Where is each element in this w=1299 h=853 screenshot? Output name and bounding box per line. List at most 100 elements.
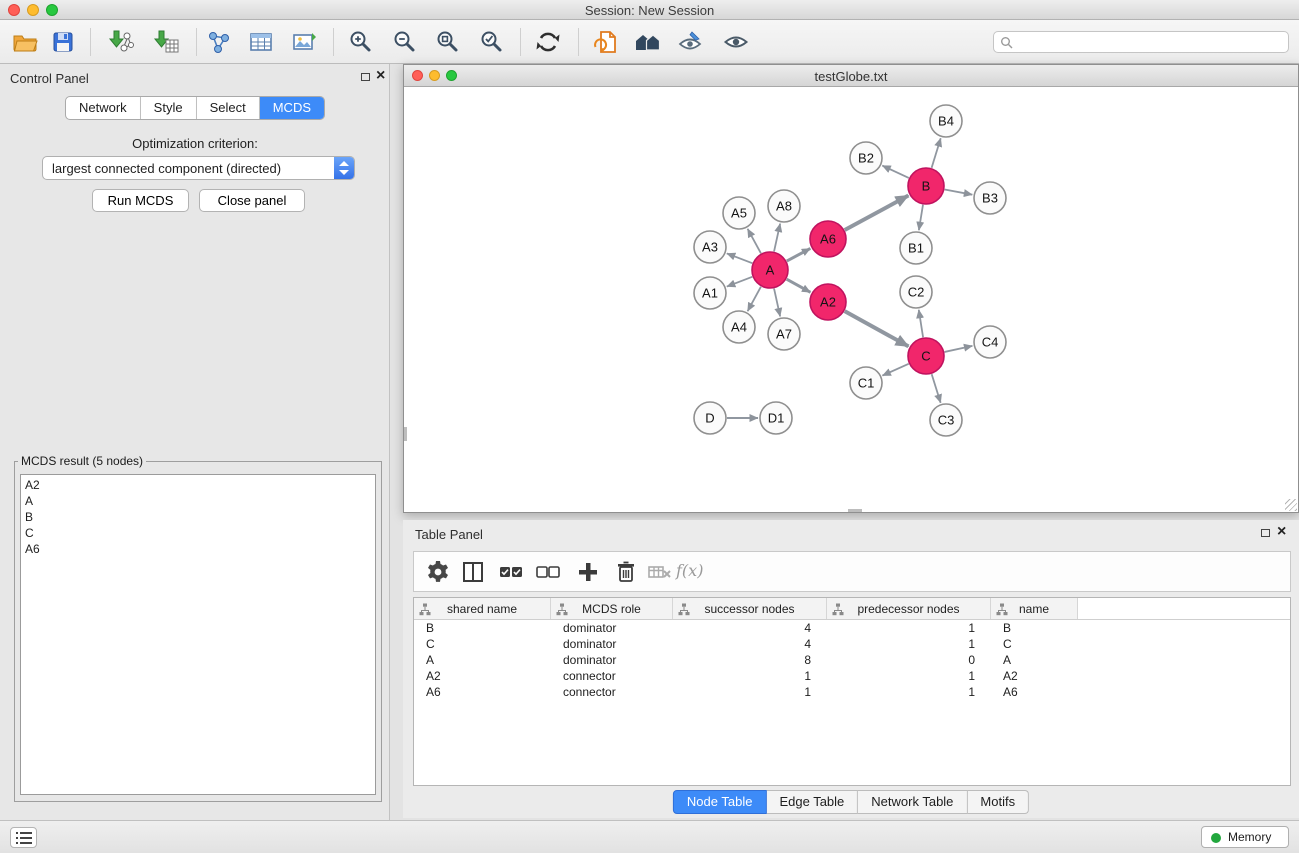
column-header-successor-nodes[interactable]: successor nodes	[673, 598, 827, 619]
task-history-button[interactable]	[10, 827, 37, 848]
graph-node-B1[interactable]: B1	[900, 232, 932, 264]
graph-node-C4[interactable]: C4	[974, 326, 1006, 358]
graph-edge-A-A8[interactable]	[774, 224, 780, 252]
edit-view-icon[interactable]	[677, 29, 703, 55]
column-header-mcds-role[interactable]: MCDS role	[551, 598, 673, 619]
graph-node-C1[interactable]: C1	[850, 367, 882, 399]
graph-edge-B-B4[interactable]	[932, 138, 941, 168]
gear-icon[interactable]	[425, 559, 451, 585]
zoom-selected-icon[interactable]	[479, 29, 505, 55]
memory-button[interactable]: Memory	[1201, 826, 1289, 848]
deselect-all-icon[interactable]	[535, 559, 561, 585]
graph-edge-A-A2[interactable]	[787, 279, 811, 292]
resize-grip[interactable]	[1285, 499, 1297, 511]
graph-node-B[interactable]: B	[908, 168, 944, 204]
graph-edge-A-A7[interactable]	[774, 289, 780, 317]
result-item[interactable]: A2	[25, 477, 371, 493]
table-close-panel-icon[interactable]: ×	[1277, 526, 1286, 538]
select-all-icon[interactable]	[498, 559, 524, 585]
table-float-panel-icon[interactable]	[1261, 529, 1270, 537]
table-row[interactable]: A2connector11A2	[414, 668, 1290, 684]
new-network-icon[interactable]	[206, 29, 232, 55]
float-panel-icon[interactable]	[361, 73, 370, 81]
table-row[interactable]: A6connector11A6	[414, 684, 1290, 700]
graph-edge-A2-C[interactable]	[845, 311, 909, 346]
graph-node-A3[interactable]: A3	[694, 231, 726, 263]
graph-edge-B-B1[interactable]	[919, 205, 923, 230]
refresh-icon[interactable]	[535, 29, 561, 55]
graph-node-A6[interactable]: A6	[810, 221, 846, 257]
column-header-shared-name[interactable]: shared name	[414, 598, 551, 619]
close-panel-button[interactable]: Close panel	[199, 189, 305, 212]
function-builder-icon[interactable]: f(x)	[676, 561, 703, 580]
graph-edge-C-C2[interactable]	[919, 310, 923, 337]
tab-style[interactable]: Style	[140, 97, 196, 119]
graph-edge-A6-B[interactable]	[845, 196, 909, 230]
vertical-scrollbar[interactable]	[404, 427, 407, 441]
graph-node-A1[interactable]: A1	[694, 277, 726, 309]
result-item[interactable]: A6	[25, 541, 371, 557]
columns-icon[interactable]	[460, 559, 486, 585]
graph-node-B2[interactable]: B2	[850, 142, 882, 174]
run-mcds-button[interactable]: Run MCDS	[92, 189, 189, 212]
graph-edge-B-B2[interactable]	[882, 166, 908, 178]
graph-node-D1[interactable]: D1	[760, 402, 792, 434]
graph-node-D[interactable]: D	[694, 402, 726, 434]
graph-node-A2[interactable]: A2	[810, 284, 846, 320]
graph-node-A7[interactable]: A7	[768, 318, 800, 350]
add-column-icon[interactable]	[575, 559, 601, 585]
tab-select[interactable]: Select	[196, 97, 259, 119]
search-field[interactable]	[993, 31, 1289, 53]
network-window-titlebar[interactable]: testGlobe.txt	[404, 65, 1298, 87]
graph-node-A[interactable]: A	[752, 252, 788, 288]
network-canvas[interactable]: B4 B2 B B3 A5 A8 A6 B1 A3 A C2 A1 A2 A4 A7 C4 C C1 C3 D D1	[404, 87, 1298, 512]
tab-motifs[interactable]: Motifs	[967, 790, 1029, 814]
zoom-out-icon[interactable]	[392, 29, 418, 55]
graph-edge-C-C1[interactable]	[882, 364, 908, 376]
new-table-icon[interactable]	[248, 29, 274, 55]
result-item[interactable]: C	[25, 525, 371, 541]
tab-network-table[interactable]: Network Table	[858, 790, 967, 814]
delete-table-icon[interactable]	[647, 559, 673, 585]
graph-edge-A-A5[interactable]	[748, 229, 761, 253]
column-header-name[interactable]: name	[991, 598, 1078, 619]
result-item[interactable]: B	[25, 509, 371, 525]
graph-edge-A-A4[interactable]	[748, 287, 761, 311]
table-row[interactable]: Cdominator41C	[414, 636, 1290, 652]
home-networks-icon[interactable]	[634, 29, 660, 55]
graph-edge-C-C4[interactable]	[945, 346, 973, 352]
graph-edge-A-A3[interactable]	[727, 253, 752, 263]
tab-node-table[interactable]: Node Table	[673, 790, 767, 814]
tab-edge-table[interactable]: Edge Table	[766, 790, 858, 814]
mcds-result-list[interactable]: A2ABCA6	[20, 474, 376, 795]
table-row[interactable]: Bdominator41B	[414, 620, 1290, 636]
close-panel-icon[interactable]: ×	[376, 70, 385, 82]
export-image-icon[interactable]	[291, 29, 317, 55]
graph-edge-B-B3[interactable]	[945, 190, 973, 195]
zoom-fit-icon[interactable]	[435, 29, 461, 55]
horizontal-scrollbar[interactable]	[848, 509, 862, 512]
graph-node-C[interactable]: C	[908, 338, 944, 374]
graph-edge-C-C3[interactable]	[932, 374, 941, 403]
annotation-document-icon[interactable]	[593, 29, 619, 55]
graph-node-C2[interactable]: C2	[900, 276, 932, 308]
delete-column-icon[interactable]	[613, 559, 639, 585]
criterion-dropdown[interactable]: largest connected component (directed)	[42, 156, 355, 180]
result-item[interactable]: A	[25, 493, 371, 509]
zoom-in-icon[interactable]	[348, 29, 374, 55]
open-session-icon[interactable]	[12, 29, 38, 55]
tab-mcds[interactable]: MCDS	[259, 97, 324, 119]
graph-node-B4[interactable]: B4	[930, 105, 962, 137]
table-row[interactable]: Adominator80A	[414, 652, 1290, 668]
graph-edge-A-A1[interactable]	[727, 277, 752, 287]
graph-node-A4[interactable]: A4	[723, 311, 755, 343]
column-header-predecessor-nodes[interactable]: predecessor nodes	[827, 598, 991, 619]
graph-node-B3[interactable]: B3	[974, 182, 1006, 214]
graph-node-A8[interactable]: A8	[768, 190, 800, 222]
import-table-icon[interactable]	[153, 29, 179, 55]
show-hide-icon[interactable]	[723, 29, 749, 55]
import-network-icon[interactable]	[108, 29, 134, 55]
graph-edge-A-A6[interactable]	[787, 248, 811, 261]
graph-node-A5[interactable]: A5	[723, 197, 755, 229]
graph-node-C3[interactable]: C3	[930, 404, 962, 436]
